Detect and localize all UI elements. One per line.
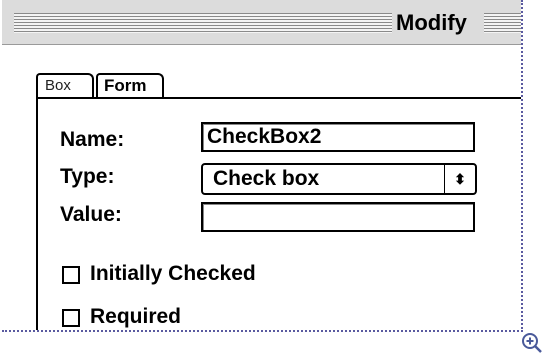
title-bar[interactable]: Modify: [2, 0, 521, 44]
popup-arrows-icon: ⬍: [444, 165, 475, 193]
window-title: Modify: [396, 10, 467, 35]
checkbox-box[interactable]: [62, 266, 80, 284]
title-stripes-right: [484, 13, 521, 33]
title-stripes-left: [14, 13, 392, 33]
name-field[interactable]: CheckBox2: [201, 122, 475, 152]
value-label: Value:: [60, 203, 122, 226]
checkbox-label: Initially Checked: [90, 262, 256, 285]
tab-box[interactable]: Box: [36, 73, 94, 99]
value-field[interactable]: [201, 202, 475, 232]
zoom-in-icon[interactable]: [520, 331, 544, 355]
title-divider: [2, 44, 521, 45]
name-label: Name:: [60, 128, 125, 151]
type-popup-value: Check box: [213, 167, 320, 190]
tab-form[interactable]: Form: [96, 73, 164, 99]
modify-palette: Modify Box Form Name: CheckBox2 Type: Ch…: [2, 0, 523, 332]
type-label: Type:: [60, 165, 115, 188]
type-popup[interactable]: Check box ⬍: [201, 163, 477, 195]
checkbox-box[interactable]: [62, 309, 80, 327]
checkbox-label: Required: [90, 305, 182, 328]
